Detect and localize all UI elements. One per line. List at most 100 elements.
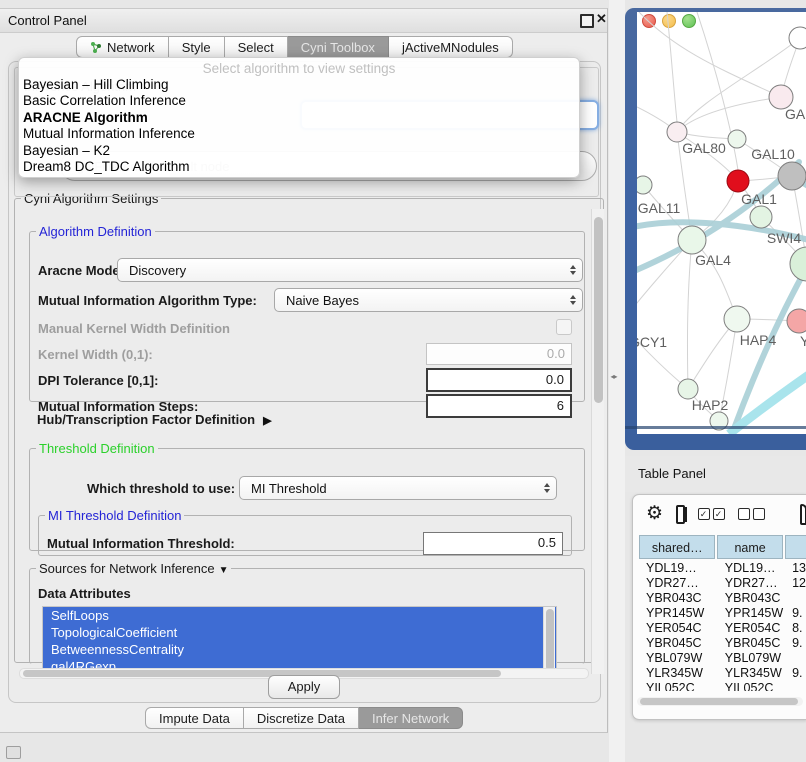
node-label: GAL10 [751, 146, 795, 162]
table-cell: YPR145W [639, 606, 718, 621]
column-header[interactable] [785, 535, 806, 559]
algorithm-option[interactable]: Mutual Information Inference [19, 126, 579, 142]
table-hscrollbar-thumb[interactable] [640, 698, 798, 705]
network-cyan-edge [729, 372, 806, 434]
float-window-icon[interactable] [580, 14, 594, 28]
table-cell: YIL052C [639, 681, 718, 691]
tab-label: jActiveMNodules [402, 40, 499, 55]
column-header[interactable]: shared… [639, 535, 715, 559]
table-row[interactable]: YBR045CYBR045C9. [639, 636, 806, 651]
kernel-width-label: Kernel Width (0,1): [38, 347, 153, 362]
which-threshold-combo[interactable]: MI Threshold [239, 476, 557, 500]
algorithm-option[interactable]: Bayesian – K2 [19, 143, 579, 159]
network-node[interactable] [667, 122, 687, 142]
network-graph[interactable]: GALGAL80GAL10GAL1GAL11SWI4GAL4GCY1HAP4YH… [637, 12, 806, 434]
dpi-tolerance-field[interactable]: 0.0 [426, 368, 572, 392]
settings-hscrollbar-thumb[interactable] [23, 670, 501, 677]
node-label: GAL1 [741, 191, 777, 207]
deselect-all-icon[interactable] [738, 508, 765, 520]
network-node[interactable] [787, 309, 806, 333]
tab-label: Discretize Data [257, 711, 345, 726]
attribute-list-item[interactable]: BetweennessCentrality [43, 641, 556, 658]
sources-toggle[interactable]: Sources for Network Inference▼ [36, 561, 231, 576]
table-cell: 9. [785, 606, 806, 621]
table-row[interactable]: YBL079WYBL079W [639, 651, 806, 666]
attributes-scrollbar-thumb[interactable] [546, 609, 554, 671]
attributes-scrollbar[interactable] [543, 607, 555, 674]
tab-jactivemnodules[interactable]: jActiveMNodules [389, 36, 513, 58]
algorithm-option[interactable]: Bayesian – Hill Climbing [19, 77, 579, 93]
split-divider-grip[interactable]: ◂▸ [608, 371, 619, 383]
network-node[interactable] [789, 27, 806, 49]
mi-steps-field[interactable]: 6 [426, 394, 572, 418]
network-node[interactable] [678, 226, 706, 254]
close-icon[interactable]: ✕ [596, 11, 607, 27]
network-node[interactable] [778, 162, 806, 190]
control-panel-title: Control Panel [8, 13, 87, 28]
attribute-list-item[interactable]: SelfLoops [43, 607, 556, 624]
manual-kernel-checkbox[interactable] [556, 319, 572, 335]
tab-label: Network [107, 40, 155, 55]
network-canvas[interactable]: GALGAL80GAL10GAL1GAL11SWI4GAL4GCY1HAP4YH… [637, 12, 806, 434]
table-horizontal-scrollbar[interactable] [637, 697, 803, 706]
tab-label: Select [238, 40, 274, 55]
settings-vertical-scrollbar[interactable] [591, 209, 604, 674]
mi-type-combo[interactable]: Naive Bayes [274, 288, 583, 312]
network-node[interactable] [678, 379, 698, 399]
table-row[interactable]: YDL19…YDL19…13 [639, 561, 806, 576]
tab-impute-data[interactable]: Impute Data [145, 707, 244, 729]
network-window-bottom-edge [625, 426, 806, 429]
combo-arrows-icon [538, 483, 556, 493]
control-panel-tabbar: Network Style Select Cyni Toolbox jActiveMNo… [76, 36, 513, 58]
data-attributes-list[interactable]: SelfLoopsTopologicalCoefficientBetweenne… [42, 606, 557, 677]
network-icon [90, 41, 102, 53]
algorithm-dropdown-placeholder: Select algorithm to view settings [19, 60, 579, 77]
table-cell: YDL19… [639, 561, 718, 576]
network-node[interactable] [637, 176, 652, 194]
tab-select[interactable]: Select [225, 36, 288, 58]
split-column-icon[interactable] [676, 505, 685, 524]
aracne-mode-combo[interactable]: Discovery [117, 258, 583, 282]
gear-icon[interactable]: ⚙ [646, 504, 663, 524]
tab-cyni-toolbox[interactable]: Cyni Toolbox [288, 36, 389, 58]
network-node[interactable] [750, 206, 772, 228]
network-node[interactable] [724, 306, 750, 332]
hub-definition-toggle[interactable]: Hub/Transcription Factor Definition▶ [37, 412, 272, 427]
tab-discretize-data[interactable]: Discretize Data [244, 707, 359, 729]
algorithm-definition-group: Algorithm Definition Aracne Mode: Discov… [29, 224, 585, 402]
table-cell: YER054C [718, 621, 785, 636]
algorithm-option[interactable]: ARACNE Algorithm [19, 110, 579, 126]
mi-threshold-field[interactable]: 0.5 [423, 532, 563, 555]
tab-infer-network[interactable]: Infer Network [359, 707, 463, 729]
table-body[interactable]: YDL19…YDL19…13YDR27…YDR27…12YBR043CYBR04… [639, 561, 806, 691]
table-row[interactable]: YLR345WYLR345W9. [639, 666, 806, 681]
select-all-icon[interactable]: ✓✓ [698, 508, 725, 520]
table-row[interactable]: YIL052CYIL052C [639, 681, 806, 691]
aracne-mode-value: Discovery [118, 263, 564, 278]
network-node[interactable] [728, 130, 746, 148]
node-label: GAL4 [695, 252, 731, 268]
table-row[interactable]: YPR145WYPR145W9. [639, 606, 806, 621]
table-row[interactable]: YDR27…YDR27…12 [639, 576, 806, 591]
apply-button[interactable]: Apply [268, 675, 340, 699]
file-icon[interactable] [800, 504, 806, 525]
dock-panel-icon[interactable] [6, 746, 21, 759]
table-cell: YER054C [639, 621, 718, 636]
algorithm-option[interactable]: Basic Correlation Inference [19, 93, 579, 109]
column-header[interactable]: name [717, 535, 782, 559]
algorithm-option[interactable]: Dream8 DC_TDC Algorithm [19, 159, 579, 175]
network-nodes[interactable] [637, 27, 806, 430]
table-header-row[interactable]: shared…name [639, 535, 806, 559]
tab-network[interactable]: Network [76, 36, 169, 58]
node-label: GAL80 [682, 140, 726, 156]
network-node[interactable] [727, 170, 749, 192]
tab-style[interactable]: Style [169, 36, 225, 58]
attribute-list-item[interactable]: TopologicalCoefficient [43, 624, 556, 641]
network-node[interactable] [790, 247, 806, 281]
settings-scrollbar-thumb[interactable] [594, 217, 603, 403]
table-row[interactable]: YBR043CYBR043C [639, 591, 806, 606]
kernel-width-field[interactable]: 0.0 [426, 343, 572, 365]
table-row[interactable]: YER054CYER054C8. [639, 621, 806, 636]
screen: Control Panel ✕ Network Style Select Cyni T… [0, 0, 806, 762]
node-label: SWI4 [767, 230, 801, 246]
